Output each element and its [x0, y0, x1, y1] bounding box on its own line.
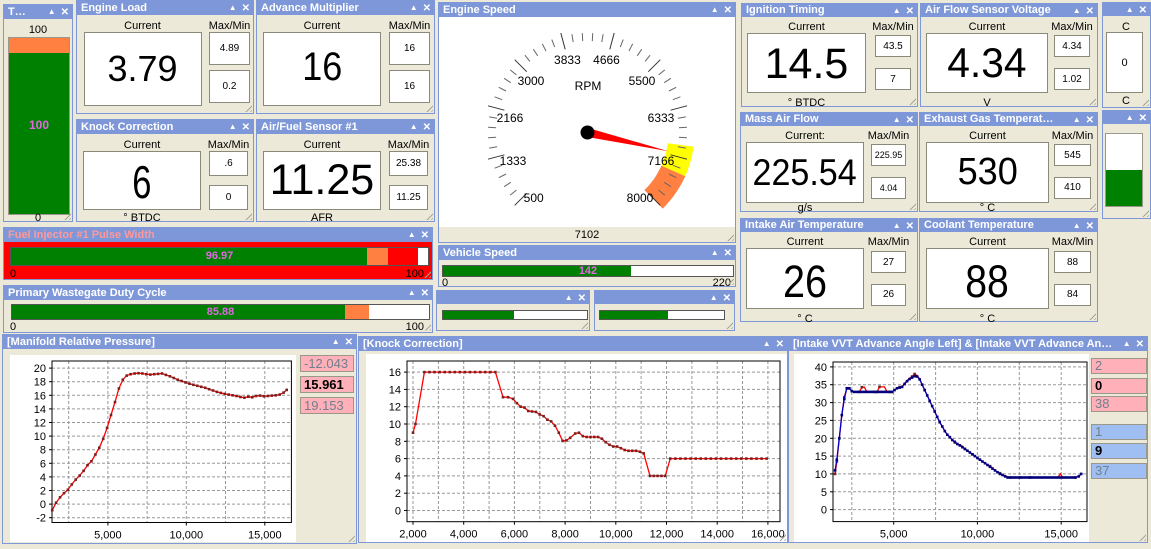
- svg-text:6,000: 6,000: [501, 529, 529, 541]
- svg-text:0: 0: [821, 505, 827, 517]
- svg-text:2: 2: [40, 486, 46, 498]
- svg-text:0: 0: [395, 506, 401, 518]
- svg-text:10: 10: [389, 419, 401, 431]
- svg-text:3000: 3000: [518, 74, 545, 88]
- svg-text:10,000: 10,000: [599, 529, 633, 541]
- svg-text:-2: -2: [36, 513, 46, 525]
- svg-text:8000: 8000: [627, 191, 654, 205]
- svg-text:14,000: 14,000: [700, 529, 734, 541]
- svg-text:0: 0: [40, 499, 46, 511]
- svg-text:1333: 1333: [500, 154, 527, 168]
- svg-text:5,000: 5,000: [94, 530, 122, 542]
- svg-text:RPM: RPM: [575, 79, 602, 93]
- svg-text:14: 14: [34, 404, 46, 416]
- svg-text:12: 12: [389, 402, 401, 414]
- svg-text:15,000: 15,000: [248, 530, 282, 542]
- svg-text:12: 12: [34, 418, 46, 430]
- svg-text:4666: 4666: [593, 53, 620, 67]
- svg-text:15,000: 15,000: [1044, 529, 1078, 541]
- svg-text:5500: 5500: [629, 74, 656, 88]
- svg-text:20: 20: [34, 363, 46, 375]
- svg-text:2,000: 2,000: [399, 529, 427, 541]
- svg-text:15: 15: [815, 451, 827, 463]
- svg-text:10: 10: [34, 431, 46, 443]
- svg-text:7166: 7166: [648, 154, 675, 168]
- svg-text:8,000: 8,000: [551, 529, 579, 541]
- svg-text:6: 6: [40, 458, 46, 470]
- svg-text:16: 16: [34, 390, 46, 402]
- svg-text:25: 25: [815, 415, 827, 427]
- svg-text:16: 16: [389, 367, 401, 379]
- svg-text:30: 30: [815, 398, 827, 410]
- svg-text:5,000: 5,000: [880, 529, 908, 541]
- svg-text:6: 6: [395, 454, 401, 466]
- svg-text:4,000: 4,000: [450, 529, 478, 541]
- svg-text:18: 18: [34, 377, 46, 389]
- svg-text:500: 500: [524, 191, 544, 205]
- svg-text:4: 4: [395, 471, 401, 483]
- svg-text:8: 8: [395, 436, 401, 448]
- svg-text:2: 2: [395, 488, 401, 500]
- svg-text:8: 8: [40, 445, 46, 457]
- svg-text:20: 20: [815, 433, 827, 445]
- svg-text:2166: 2166: [497, 111, 524, 125]
- svg-text:3833: 3833: [554, 53, 581, 67]
- svg-text:4: 4: [40, 472, 46, 484]
- svg-text:14: 14: [389, 384, 401, 396]
- svg-text:6333: 6333: [648, 111, 675, 125]
- svg-text:40: 40: [815, 362, 827, 374]
- svg-text:12,000: 12,000: [650, 529, 684, 541]
- svg-text:10,000: 10,000: [961, 529, 995, 541]
- svg-text:35: 35: [815, 380, 827, 392]
- svg-text:10,000: 10,000: [169, 530, 203, 542]
- svg-text:10: 10: [815, 469, 827, 481]
- svg-text:5: 5: [821, 487, 827, 499]
